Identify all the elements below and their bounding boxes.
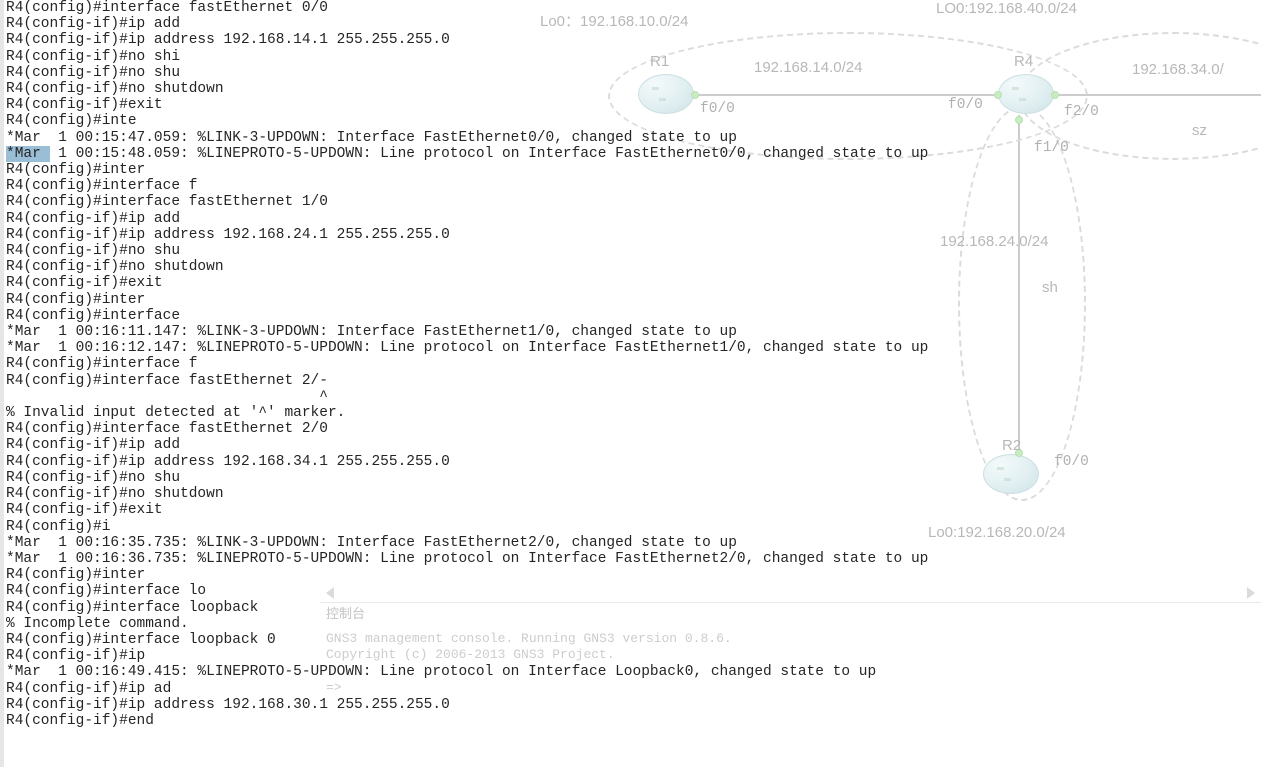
terminal-line: R4(config-if)#no shi xyxy=(6,49,1261,65)
text-selection: *Mar xyxy=(6,146,50,162)
terminal-line: R4(config)#interface fastEthernet 0/0 xyxy=(6,0,1261,16)
terminal-line: *Mar 1 00:15:47.059: %LINK-3-UPDOWN: Int… xyxy=(6,130,1261,146)
terminal-line: R4(config-if)#no shutdown xyxy=(6,81,1261,97)
terminal-line: R4(config-if)#ip add xyxy=(6,16,1261,32)
terminal-text: 1 00:15:48.059: %LINEPROTO-5-UPDOWN: Lin… xyxy=(50,146,929,162)
terminal-line: % Incomplete command. xyxy=(6,616,1261,632)
terminal-line: R4(config-if)#ip address 192.168.30.1 25… xyxy=(6,697,1261,713)
terminal-line: R4(config-if)#ip xyxy=(6,648,1261,664)
terminal-line: R4(config)#interface loopback 0 xyxy=(6,632,1261,648)
terminal-line: R4(config)#interface loopback xyxy=(6,600,1261,616)
terminal-line: R4(config-if)#no shutdown xyxy=(6,259,1261,275)
terminal-line: R4(config)#inter xyxy=(6,292,1261,308)
terminal-line: R4(config)#interface fastEthernet 2/- xyxy=(6,373,1261,389)
terminal-line: R4(config)#i xyxy=(6,519,1261,535)
terminal-line: *Mar 1 00:16:12.147: %LINEPROTO-5-UPDOWN… xyxy=(6,340,1261,356)
terminal-line: R4(config)#interface xyxy=(6,308,1261,324)
terminal-line: R4(config)#interface f xyxy=(6,178,1261,194)
terminal-line: % Invalid input detected at '^' marker. xyxy=(6,405,1261,421)
terminal-line: *Mar 1 00:16:11.147: %LINK-3-UPDOWN: Int… xyxy=(6,324,1261,340)
terminal-line: R4(config-if)#end xyxy=(6,713,1261,729)
terminal-line: R4(config)#inte xyxy=(6,113,1261,129)
terminal-line: *Mar 1 00:16:36.735: %LINEPROTO-5-UPDOWN… xyxy=(6,551,1261,567)
terminal-line: R4(config)#interface f xyxy=(6,356,1261,372)
terminal-line: R4(config-if)#no shu xyxy=(6,65,1261,81)
terminal-line: R4(config-if)#ip address 192.168.14.1 25… xyxy=(6,32,1261,48)
terminal-line: R4(config-if)#no shutdown xyxy=(6,486,1261,502)
terminal-line: *Mar 1 00:15:48.059: %LINEPROTO-5-UPDOWN… xyxy=(6,146,1261,162)
terminal-line: R4(config-if)#exit xyxy=(6,97,1261,113)
terminal-line: R4(config-if)#ip address 192.168.34.1 25… xyxy=(6,454,1261,470)
terminal-line: R4(config-if)#no shu xyxy=(6,243,1261,259)
terminal-line: R4(config-if)#ip add xyxy=(6,437,1261,453)
terminal-line: R4(config)#inter xyxy=(6,162,1261,178)
terminal-line: R4(config)#inter xyxy=(6,567,1261,583)
terminal-line: R4(config-if)#no shu xyxy=(6,470,1261,486)
terminal-output[interactable]: R4(config)#interface fastEthernet 0/0R4(… xyxy=(6,0,1261,729)
terminal-line: *Mar 1 00:16:35.735: %LINK-3-UPDOWN: Int… xyxy=(6,535,1261,551)
terminal-line: R4(config)#interface fastEthernet 1/0 xyxy=(6,194,1261,210)
terminal-line: R4(config)#interface lo xyxy=(6,583,1261,599)
terminal-line: R4(config-if)#ip address 192.168.24.1 25… xyxy=(6,227,1261,243)
terminal-line: R4(config-if)#ip add xyxy=(6,211,1261,227)
terminal-line: R4(config)#interface fastEthernet 2/0 xyxy=(6,421,1261,437)
terminal-line: R4(config-if)#exit xyxy=(6,275,1261,291)
terminal-line: R4(config-if)#ip ad xyxy=(6,681,1261,697)
terminal-line: ^ xyxy=(6,389,1261,405)
terminal-line: R4(config-if)#exit xyxy=(6,502,1261,518)
left-gutter xyxy=(0,0,4,767)
terminal-line: *Mar 1 00:16:49.415: %LINEPROTO-5-UPDOWN… xyxy=(6,664,1261,680)
